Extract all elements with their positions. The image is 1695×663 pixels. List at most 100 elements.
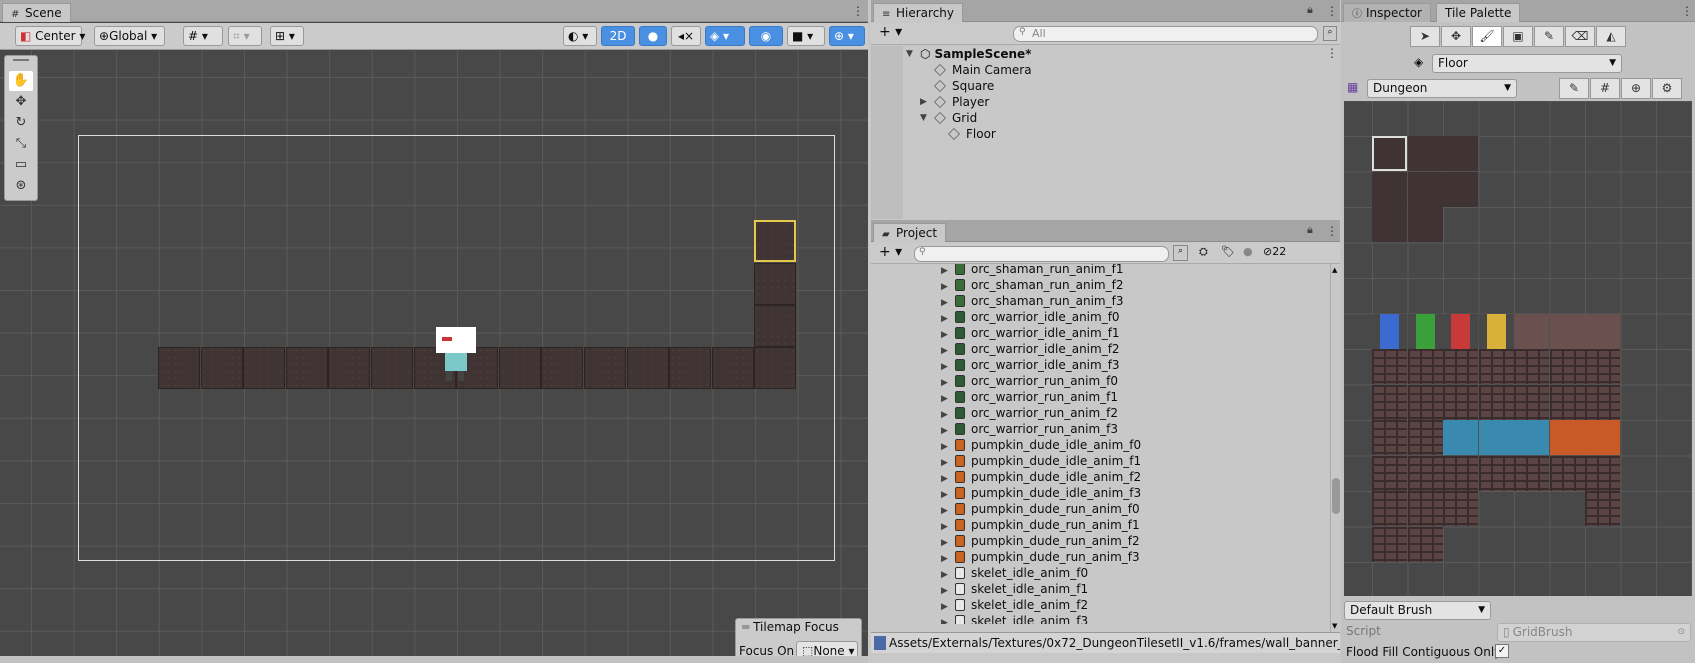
scene-menu-icon[interactable]: ⋮ bbox=[852, 4, 864, 18]
palette-tile[interactable] bbox=[1443, 420, 1478, 455]
palette-tile[interactable] bbox=[1479, 349, 1514, 384]
fill-bucket-tool-icon[interactable]: ◭ bbox=[1596, 26, 1626, 47]
camera-dropdown[interactable]: ■ ▾ bbox=[787, 26, 825, 46]
overlay-grip-icon[interactable]: ═ bbox=[742, 620, 749, 634]
palette-tile[interactable] bbox=[1372, 491, 1407, 526]
project-list-item[interactable]: ▶ skelet_idle_anim_f1 bbox=[941, 581, 1088, 597]
pivot-rotation-dropdown[interactable]: ⊕Global ▾ bbox=[94, 26, 165, 46]
favorite-icon[interactable]: ● bbox=[1243, 245, 1253, 258]
create-add-button[interactable]: + ▾ bbox=[879, 24, 902, 40]
palette-tile[interactable] bbox=[1550, 456, 1585, 491]
project-list-item[interactable]: ▶ orc_warrior_idle_anim_f3 bbox=[941, 357, 1120, 373]
lighting-toggle[interactable]: ● bbox=[639, 26, 667, 46]
overlay-grip[interactable] bbox=[13, 59, 29, 61]
palette-tile[interactable] bbox=[1408, 349, 1443, 384]
grid-collapse-arrow[interactable]: ▼ bbox=[920, 113, 927, 123]
palette-tile[interactable] bbox=[1372, 527, 1407, 562]
palette-tile[interactable] bbox=[1443, 456, 1478, 491]
grid-toggle-icon[interactable]: # bbox=[1590, 78, 1620, 99]
scene-viewport[interactable]: ✋ ✥ ↻ ⤡ ▭ ⊛ ═ Tilemap Focus Focus On ⬚No… bbox=[0, 51, 868, 656]
project-list-item[interactable]: ▶ pumpkin_dude_run_anim_f3 bbox=[941, 549, 1140, 565]
scale-tool-icon[interactable]: ⤡ bbox=[9, 134, 33, 154]
active-tilemap-dropdown[interactable]: Floor ▼ bbox=[1432, 54, 1622, 73]
project-list-item[interactable]: ▶ orc_warrior_run_anim_f2 bbox=[941, 405, 1118, 421]
palette-dropdown[interactable]: Dungeon ▼ bbox=[1367, 79, 1517, 98]
project-search-input[interactable] bbox=[914, 246, 1169, 262]
palette-tile[interactable] bbox=[1550, 314, 1585, 349]
palette-tile[interactable] bbox=[1585, 420, 1620, 455]
focus-on-dropdown[interactable]: ⬚None ▾ bbox=[796, 641, 858, 656]
palette-tile[interactable] bbox=[1372, 385, 1407, 420]
palette-tile[interactable] bbox=[1372, 456, 1407, 491]
palette-tile[interactable] bbox=[1514, 456, 1549, 491]
lock-icon[interactable]: 🔒︎ bbox=[1307, 3, 1313, 17]
palette-tile[interactable] bbox=[1479, 385, 1514, 420]
palette-tile[interactable] bbox=[1372, 314, 1407, 349]
palette-tile[interactable] bbox=[1408, 420, 1443, 455]
palette-tile[interactable] bbox=[1408, 314, 1443, 349]
palette-tile[interactable] bbox=[1479, 314, 1514, 349]
audio-toggle[interactable]: ◂× bbox=[671, 26, 701, 46]
project-list-item[interactable]: ▶ orc_warrior_run_anim_f3 bbox=[941, 421, 1118, 437]
palette-settings-icon[interactable]: ⚙︎ bbox=[1652, 78, 1682, 99]
move-tool-icon[interactable]: ✥ bbox=[1441, 26, 1471, 47]
hand-tool-icon[interactable]: ✋ bbox=[9, 71, 33, 91]
palette-tile[interactable] bbox=[1514, 349, 1549, 384]
grid-visibility-button[interactable]: ⊞ ▾ bbox=[270, 26, 304, 46]
palette-tile[interactable] bbox=[1372, 136, 1407, 171]
grid-snap-button[interactable]: # ▾ bbox=[183, 26, 223, 46]
palette-tile[interactable] bbox=[1408, 527, 1443, 562]
move-tool-icon[interactable]: ✥ bbox=[9, 92, 33, 112]
gizmos-toggle-icon[interactable]: ⊕ bbox=[1621, 78, 1651, 99]
project-list-item[interactable]: ▶ orc_warrior_run_anim_f1 bbox=[941, 389, 1118, 405]
palette-tile[interactable] bbox=[1514, 385, 1549, 420]
hierarchy-item-grid[interactable]: Grid bbox=[934, 110, 977, 126]
hierarchy-item-square[interactable]: Square bbox=[934, 78, 994, 94]
expand-arrow-icon[interactable]: ▶ bbox=[941, 615, 955, 624]
project-scroll-thumb[interactable] bbox=[1332, 478, 1340, 514]
pivot-mode-dropdown[interactable]: ◧ Center ▾ bbox=[15, 26, 85, 46]
tab-inspector[interactable]: ⓘ Inspector bbox=[1343, 3, 1431, 22]
palette-tile[interactable] bbox=[1550, 385, 1585, 420]
hierarchy-item-player[interactable]: Player bbox=[934, 94, 989, 110]
palette-tile[interactable] bbox=[1585, 456, 1620, 491]
player-sprite[interactable] bbox=[436, 327, 476, 382]
tab-tile-palette[interactable]: Tile Palette bbox=[1436, 3, 1521, 22]
picker-tool-icon[interactable]: ✎ bbox=[1534, 26, 1564, 47]
project-list-item[interactable]: ▶ pumpkin_dude_run_anim_f2 bbox=[941, 533, 1140, 549]
scroll-down-arrow[interactable]: ▼ bbox=[1332, 622, 1337, 630]
palette-tile[interactable] bbox=[1585, 349, 1620, 384]
project-list-item[interactable]: ▶ orc_warrior_run_anim_f0 bbox=[941, 373, 1118, 389]
palette-tile[interactable] bbox=[1443, 349, 1478, 384]
palette-menu-icon[interactable]: ⋮ bbox=[1681, 4, 1693, 18]
object-picker-icon[interactable]: ⊙ bbox=[1677, 624, 1685, 641]
palette-tile[interactable] bbox=[1408, 456, 1443, 491]
palette-tile[interactable] bbox=[1443, 136, 1478, 171]
project-list-item[interactable]: ▶ pumpkin_dude_idle_anim_f3 bbox=[941, 485, 1141, 501]
flood-fill-checkbox[interactable]: ✓ bbox=[1495, 644, 1509, 658]
create-asset-button[interactable]: + ▾ bbox=[879, 244, 902, 260]
palette-tile[interactable] bbox=[1550, 349, 1585, 384]
tab-project[interactable]: ▰ Project bbox=[873, 223, 947, 242]
scene-collapse-arrow[interactable]: ▼ bbox=[906, 49, 913, 59]
player-expand-arrow[interactable]: ▶ bbox=[920, 97, 927, 107]
palette-tile[interactable] bbox=[1585, 491, 1620, 526]
palette-tile[interactable] bbox=[1585, 385, 1620, 420]
hidden-packages-toggle[interactable]: ⊘22 bbox=[1263, 245, 1286, 258]
rect-tool-icon[interactable]: ▭ bbox=[9, 155, 33, 175]
project-list-item[interactable]: ▶ pumpkin_dude_run_anim_f0 bbox=[941, 501, 1140, 517]
project-list-item[interactable]: ▶ orc_warrior_idle_anim_f0 bbox=[941, 309, 1120, 325]
project-menu-icon[interactable]: ⋮ bbox=[1326, 224, 1338, 238]
scene-root[interactable]: ⬡ SampleScene* bbox=[920, 46, 1031, 62]
hierarchy-menu-icon[interactable]: ⋮ bbox=[1326, 4, 1338, 18]
project-list-item[interactable]: ▶ pumpkin_dude_run_anim_f1 bbox=[941, 517, 1140, 533]
palette-tile[interactable] bbox=[1408, 172, 1443, 207]
search-by-type-icon[interactable]: ⌕ bbox=[1173, 245, 1188, 261]
palette-tile[interactable] bbox=[1514, 420, 1549, 455]
palette-tile[interactable] bbox=[1479, 420, 1514, 455]
palette-grid[interactable] bbox=[1344, 101, 1692, 596]
brush-dropdown[interactable]: Default Brush ▼ bbox=[1344, 601, 1491, 620]
scene-root-menu-icon[interactable]: ⋮ bbox=[1326, 46, 1338, 60]
project-list-item[interactable]: ▶ pumpkin_dude_idle_anim_f0 bbox=[941, 437, 1141, 453]
filter-label-icon[interactable]: 🏷︎ bbox=[1221, 245, 1235, 258]
